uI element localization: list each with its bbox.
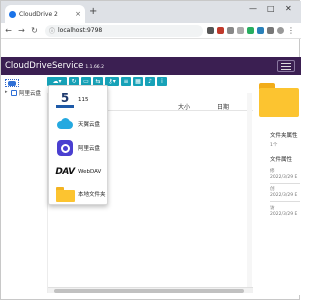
folder-props-title: 文件夹属性 <box>270 133 298 139</box>
folder-tree: ▸ 阿里云盘 <box>1 75 47 295</box>
favicon-icon <box>9 10 16 18</box>
add-cloud-dropdown: 5 115 天翼云盘 阿里云盘 DAV WebDAV 本地文件夹 <box>48 85 108 205</box>
tree-item-label: 阿里云盘 <box>19 91 42 97</box>
back-icon[interactable]: ← <box>3 26 14 35</box>
info-icon: ⓘ <box>49 28 56 35</box>
menu-item-label: WebDAV <box>78 169 102 175</box>
tianyi-cloud-icon <box>55 116 75 132</box>
divider <box>270 201 300 202</box>
browser-menu-icon[interactable]: ⋮ <box>287 26 295 35</box>
file-props-title: 文件属性 <box>270 157 293 163</box>
screenshot-extension-icon[interactable] <box>207 27 214 34</box>
webdav-icon: DAV <box>55 167 75 177</box>
blue-extension-icon[interactable] <box>257 27 264 34</box>
hamburger-menu-icon[interactable] <box>277 60 295 72</box>
app-title: CloudDriveService <box>5 61 84 71</box>
close-window-icon[interactable]: ✕ <box>285 4 292 13</box>
115-logo-icon: 5 <box>55 92 75 108</box>
url-text: localhost:9798 <box>58 27 103 34</box>
vertical-scrollbar[interactable] <box>247 93 252 287</box>
share-icon[interactable] <box>227 27 234 34</box>
grid-view-button[interactable]: ▦ <box>133 77 143 86</box>
tab-close-icon[interactable]: × <box>75 10 81 18</box>
modified-label: 修 <box>270 169 275 174</box>
menu-item-label: 本地文件夹 <box>78 192 106 198</box>
folder-count: 1个 <box>270 143 278 148</box>
aliyun-icon <box>11 90 17 96</box>
navigation-bar: ← → ↻ ⓘ localhost:9798 ⋮ <box>1 23 301 39</box>
folder-icon <box>55 186 75 202</box>
menu-item-aliyun[interactable]: 阿里云盘 <box>55 140 100 156</box>
column-size[interactable]: 大小 <box>178 102 190 111</box>
forward-icon[interactable]: → <box>16 26 27 35</box>
menu-item-local-folder[interactable]: 本地文件夹 <box>55 186 106 202</box>
tab-title: CloudDrive 2 <box>19 10 58 18</box>
aliyun-icon <box>55 140 75 156</box>
properties-panel: 文件夹属性 1个 文件属性 修 2022/3/29 E 创 2022/3/29 … <box>253 75 301 295</box>
menu-item-label: 阿里云盘 <box>78 146 101 152</box>
expand-icon[interactable]: ▸ <box>5 89 8 95</box>
accessed-value: 2022/3/29 E <box>270 212 298 217</box>
accessed-label: 访 <box>270 206 275 211</box>
created-value: 2022/3/29 E <box>270 193 298 198</box>
profile-avatar[interactable] <box>277 27 284 34</box>
menu-item-115[interactable]: 5 115 <box>55 92 89 108</box>
tab-strip: CloudDrive 2 × + — □ ✕ <box>1 1 301 23</box>
list-view-button[interactable]: ≡ <box>121 77 131 86</box>
app-header: CloudDriveService 1.1.66.2 <box>1 57 301 75</box>
green-extension-icon[interactable] <box>247 27 254 34</box>
modified-value: 2022/3/29 E <box>270 175 298 180</box>
red-extension-icon[interactable] <box>217 27 224 34</box>
menu-item-label: 115 <box>78 97 89 103</box>
star-icon[interactable] <box>237 27 244 34</box>
minimize-icon[interactable]: — <box>249 4 257 13</box>
info-button[interactable]: i <box>157 77 167 86</box>
app-version: 1.1.66.2 <box>85 65 104 70</box>
column-date[interactable]: 日期 <box>217 102 229 111</box>
browser-tab[interactable]: CloudDrive 2 × <box>5 5 85 23</box>
created-label: 创 <box>270 187 275 192</box>
extension-icons: ⋮ <box>207 26 295 35</box>
maximize-icon[interactable]: □ <box>267 4 275 13</box>
folder-preview-icon <box>259 83 299 117</box>
address-bar[interactable]: ⓘ localhost:9798 <box>45 24 203 37</box>
menu-item-label: 天翼云盘 <box>78 122 101 128</box>
menu-item-tianyi[interactable]: 天翼云盘 <box>55 116 100 132</box>
reload-icon[interactable]: ↻ <box>29 26 40 35</box>
divider <box>270 183 300 184</box>
puzzle-icon[interactable] <box>267 27 274 34</box>
horizontal-scrollbar[interactable] <box>48 287 253 293</box>
scrollbar-thumb[interactable] <box>54 289 244 293</box>
browser-window: CloudDrive 2 × + — □ ✕ ← → ↻ ⓘ localhost… <box>0 0 301 300</box>
menu-item-webdav[interactable]: DAV WebDAV <box>55 164 101 180</box>
tree-root-node[interactable] <box>5 79 19 87</box>
notification-button[interactable]: ♪ <box>145 77 155 86</box>
cloud-icon <box>8 81 16 86</box>
tree-item-aliyun[interactable]: 阿里云盘 <box>11 89 41 97</box>
new-tab-button[interactable]: + <box>89 5 97 19</box>
